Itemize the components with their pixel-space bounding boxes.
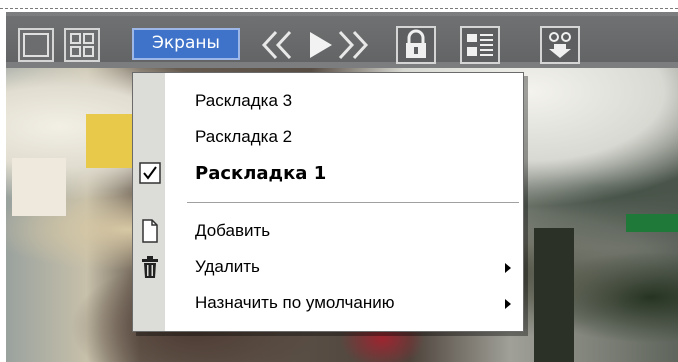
menu-item-label: Добавить [195,221,271,240]
next-icon[interactable] [332,28,372,62]
menu-item-label: Удалить [195,257,260,276]
menu-item-layout-2[interactable]: Раскладка 2 [133,121,523,155]
sign-left [86,114,132,168]
list-icon[interactable] [460,26,500,64]
menu-item-label: Назначить по умолчанию [195,293,395,312]
document-icon [142,219,158,243]
lock-icon[interactable] [396,26,436,64]
submenu-arrow-icon [505,299,511,309]
poster-left [12,158,66,216]
pillar-right [534,228,574,362]
menu-separator [187,202,519,203]
menu-item-label: Раскладка 3 [195,91,293,110]
grid-layout-icon[interactable] [64,28,100,62]
menu-item-label: Раскладка 2 [195,127,293,146]
menu-item-set-default[interactable]: Назначить по умолчанию [133,287,523,321]
checkmark-icon [139,162,161,184]
menu-item-layout-3[interactable]: Раскладка 3 [133,85,523,119]
download-icon[interactable] [540,26,580,64]
green-sign [626,214,678,232]
trash-icon [142,256,158,278]
screens-button[interactable]: Экраны [132,28,240,60]
menu-item-delete[interactable]: Удалить [133,251,523,285]
top-dashed-border [0,8,678,9]
menu-item-layout-1[interactable]: Раскладка 1 [133,157,523,191]
single-layout-icon[interactable] [18,28,54,62]
menu-item-add[interactable]: Добавить [133,215,523,249]
submenu-arrow-icon [505,263,511,273]
layouts-dropdown-menu: Раскладка 3 Раскладка 2 Раскладка 1 Доба… [132,72,524,332]
menu-item-label: Раскладка 1 [195,163,327,184]
prev-icon[interactable] [258,28,298,62]
